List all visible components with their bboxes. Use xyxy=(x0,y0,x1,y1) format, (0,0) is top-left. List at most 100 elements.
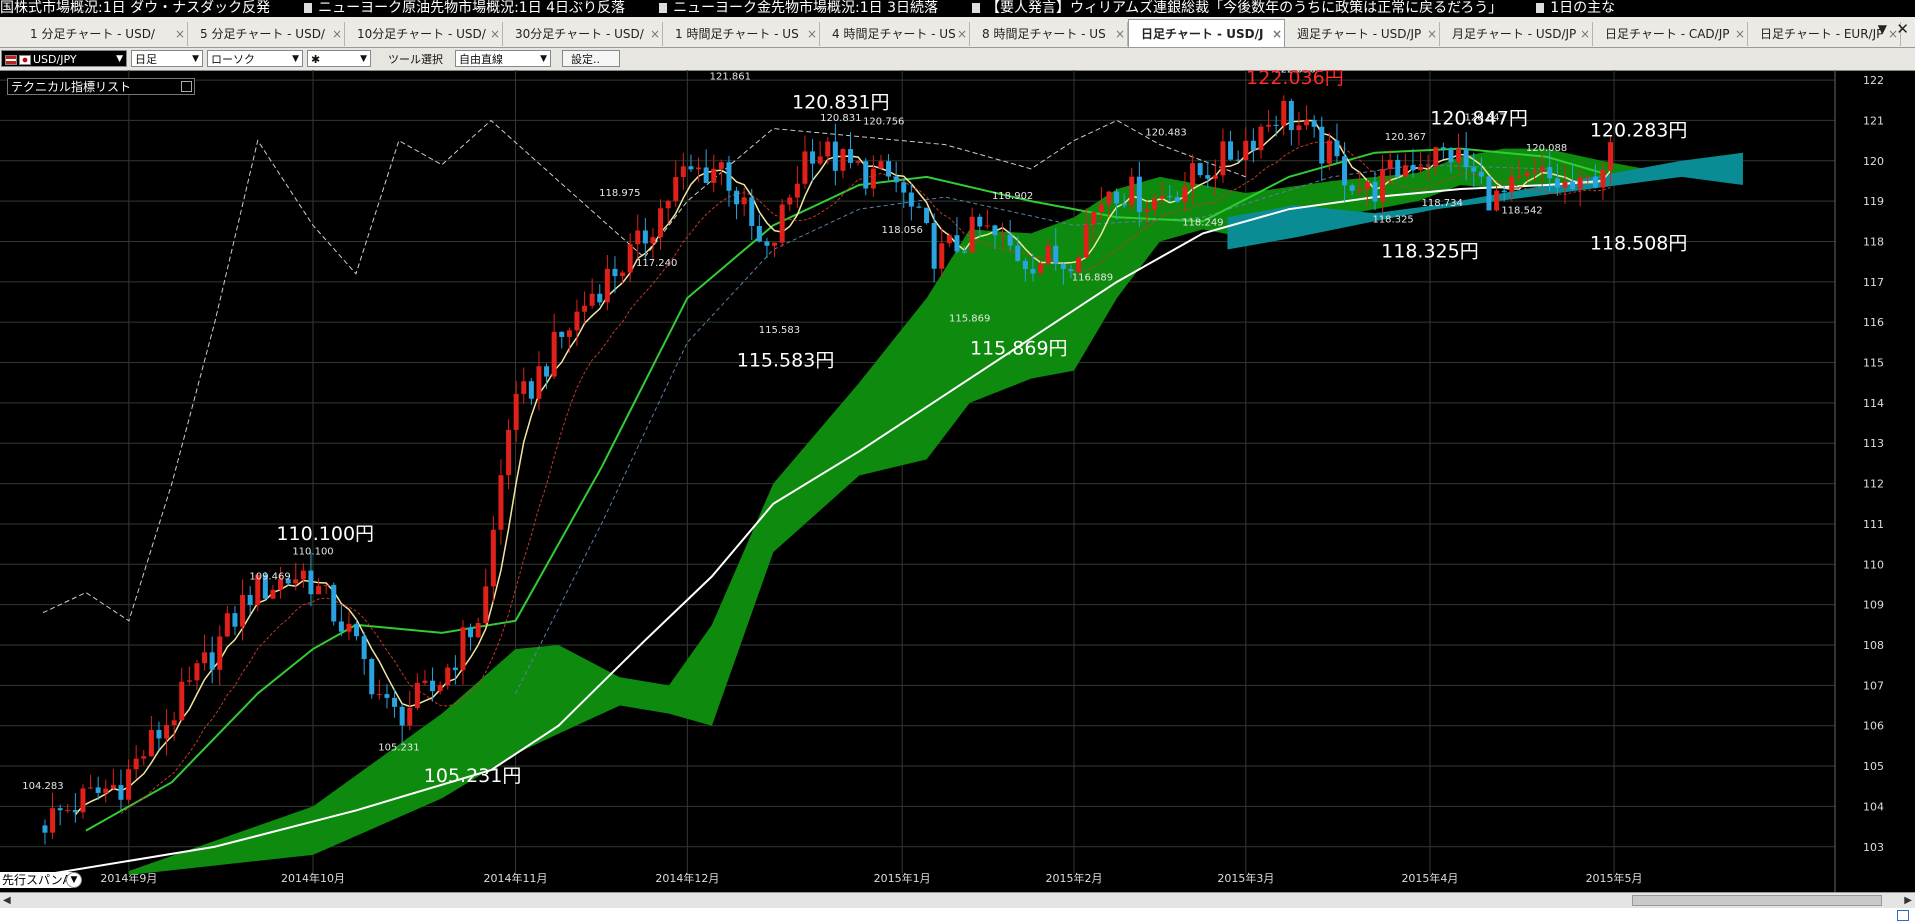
chart-tab[interactable]: 週足チャート - USD/JP × xyxy=(1285,22,1440,46)
news-ticker[interactable]: 国株式市場概況:1日 ダウ・ナスダック反発 ニューヨーク原油先物市場概況:1日 4… xyxy=(0,0,1915,16)
chevron-down-icon: ▼ xyxy=(540,54,547,64)
candle-up xyxy=(787,197,793,205)
candle-down xyxy=(1501,190,1507,192)
currency-pair-select[interactable]: USD/JPY ▼ xyxy=(1,50,127,67)
candle-up xyxy=(878,161,884,169)
marker-value: ✱ xyxy=(311,53,321,66)
ticker-item[interactable]: 1日の主な xyxy=(1536,0,1615,16)
technical-indicator-list[interactable]: テクニカル指標リスト xyxy=(7,78,195,95)
candle-down xyxy=(893,176,899,183)
chart-tab-label: 4 時間足チャート - US xyxy=(832,27,956,41)
close-icon[interactable]: ✕ xyxy=(1896,20,1909,38)
candle-up xyxy=(825,141,831,157)
scroll-right-icon[interactable]: ▶ xyxy=(1904,893,1912,908)
ticker-text: 国株式市場概況:1日 ダウ・ナスダック反発 xyxy=(0,0,271,16)
chart-tab[interactable]: 4 時間足チャート - US × xyxy=(820,22,970,46)
candle-up xyxy=(536,366,542,399)
chart-tab-bar: 1 分足チャート - USD/× 5 分足チャート - USD/× 10分足チャート… xyxy=(0,17,1915,48)
chart-tab[interactable]: 日足チャート - CAD/JP × xyxy=(1593,22,1748,46)
chart-tab[interactable]: 月足チャート - USD/JP × xyxy=(1440,22,1593,46)
candle-down xyxy=(1554,178,1560,188)
candle-up xyxy=(1281,100,1287,126)
ticker-item[interactable]: 国株式市場概況:1日 ダウ・ナスダック反発 xyxy=(0,0,270,16)
candle-up xyxy=(164,725,170,739)
candle-down xyxy=(392,697,398,707)
candle-up xyxy=(984,225,990,227)
candle-down xyxy=(42,825,48,833)
candle-up xyxy=(1433,147,1439,167)
chart-area[interactable]: 103 104 105 106 107 108 109 110 111 112 113 114 115 1… xyxy=(0,70,1915,892)
tab-close-icon[interactable]: × xyxy=(1735,22,1745,46)
ticker-item[interactable]: ニューヨーク原油先物市場概況:1日 4日ぶり反落 xyxy=(304,0,625,16)
marker-select[interactable]: ✱ ▼ xyxy=(307,50,371,67)
tab-list-dropdown-icon[interactable]: ▼ xyxy=(1878,22,1887,36)
chart-tab[interactable]: 8 時間足チャート - US × xyxy=(970,22,1128,46)
candle-down xyxy=(430,680,436,692)
tab-close-icon[interactable]: × xyxy=(1115,22,1125,46)
candle-down xyxy=(232,613,238,627)
tab-close-icon[interactable]: × xyxy=(490,22,500,46)
chart-tab[interactable]: 1 分足チャート - USD/ × xyxy=(18,22,188,46)
price-point-label: 118.542 xyxy=(1501,206,1542,217)
tab-close-icon[interactable]: × xyxy=(1427,22,1437,46)
settings-button[interactable]: 設定.. xyxy=(562,50,620,67)
minimize-icon[interactable] xyxy=(181,81,192,92)
candle-up xyxy=(483,586,489,624)
tab-close-icon[interactable]: × xyxy=(807,22,817,46)
chart-toolbar: USD/JPY ▼ 日足 ▼ ローソク ▼ ✱ ▼ ツール選択 自由直線 ▼ 設定.. xyxy=(0,48,1915,71)
tab-close-icon[interactable]: × xyxy=(1580,22,1590,46)
candle-up xyxy=(855,161,861,163)
y-tick-label: 121 xyxy=(1863,114,1884,127)
candle-down xyxy=(1395,159,1401,177)
y-tick-label: 114 xyxy=(1863,397,1884,410)
chevron-down-icon: ▼ xyxy=(192,54,199,64)
candle-down xyxy=(1022,260,1028,269)
y-tick-label: 106 xyxy=(1863,720,1884,733)
chevron-down-icon[interactable]: ▼ xyxy=(66,872,82,888)
candle-up xyxy=(1402,165,1408,177)
timeframe-select[interactable]: 日足 ▼ xyxy=(131,50,203,67)
candle-up xyxy=(1539,167,1545,172)
candle-up xyxy=(186,680,192,682)
ticker-text: ニューヨーク金先物市場概況:1日 3日続落 xyxy=(673,0,939,16)
candle-up xyxy=(498,475,504,530)
price-chart[interactable]: 103 104 105 106 107 108 109 110 111 112 113 114 115 1… xyxy=(0,70,1915,892)
candle-down xyxy=(1174,197,1180,202)
drawing-tool-select[interactable]: 自由直線 ▼ xyxy=(455,50,551,67)
tab-close-icon[interactable]: × xyxy=(650,22,660,46)
candle-down xyxy=(1060,263,1066,270)
chart-style-select[interactable]: ローソク ▼ xyxy=(207,50,303,67)
scrollbar-thumb[interactable] xyxy=(1632,895,1882,906)
candle-down xyxy=(544,366,550,377)
candle-up xyxy=(1296,125,1302,131)
candle-up xyxy=(779,204,785,243)
price-point-label: 118.902 xyxy=(992,191,1033,202)
chart-tab[interactable]: 10分足チャート - USD/ × xyxy=(345,22,503,46)
technical-indicator-list-label: テクニカル指標リスト xyxy=(11,80,132,94)
tab-close-icon[interactable]: × xyxy=(1272,20,1282,47)
candle-up xyxy=(673,177,679,201)
y-tick-label: 117 xyxy=(1863,276,1884,289)
ticker-item[interactable]: ニューヨーク金先物市場概況:1日 3日続落 xyxy=(659,0,938,16)
scroll-left-icon[interactable]: ◀ xyxy=(3,893,11,908)
horizontal-scrollbar[interactable]: ◀ ▶ xyxy=(0,892,1915,908)
price-point-label: 104.283 xyxy=(22,781,63,792)
ticker-item[interactable]: 【要人発言】ウィリアムズ連銀総裁「今後数年のうちに政策は正常に戻るだろう」 xyxy=(972,0,1502,16)
price-point-label: 110.100 xyxy=(292,546,333,557)
candle-up xyxy=(217,636,223,670)
tab-close-icon[interactable]: × xyxy=(957,22,967,46)
price-point-label: 115.869 xyxy=(949,313,990,324)
chart-tab[interactable]: 30分足チャート - USD/ × xyxy=(503,22,663,46)
candle-down xyxy=(931,223,937,269)
y-tick-label: 113 xyxy=(1863,437,1884,450)
price-annotation: 105.231円 xyxy=(424,765,522,787)
chart-tab[interactable]: 5 分足チャート - USD/ × xyxy=(188,22,345,46)
candle-up xyxy=(718,162,724,169)
chart-tab[interactable]: 日足チャート - USD/J × xyxy=(1128,19,1285,47)
tab-close-icon[interactable]: × xyxy=(175,22,185,46)
candle-up xyxy=(110,785,116,789)
candle-down xyxy=(1030,268,1036,274)
chart-tab[interactable]: 1 時間足チャート - US × xyxy=(663,22,820,46)
candle-up xyxy=(88,787,94,789)
tab-close-icon[interactable]: × xyxy=(332,22,342,46)
